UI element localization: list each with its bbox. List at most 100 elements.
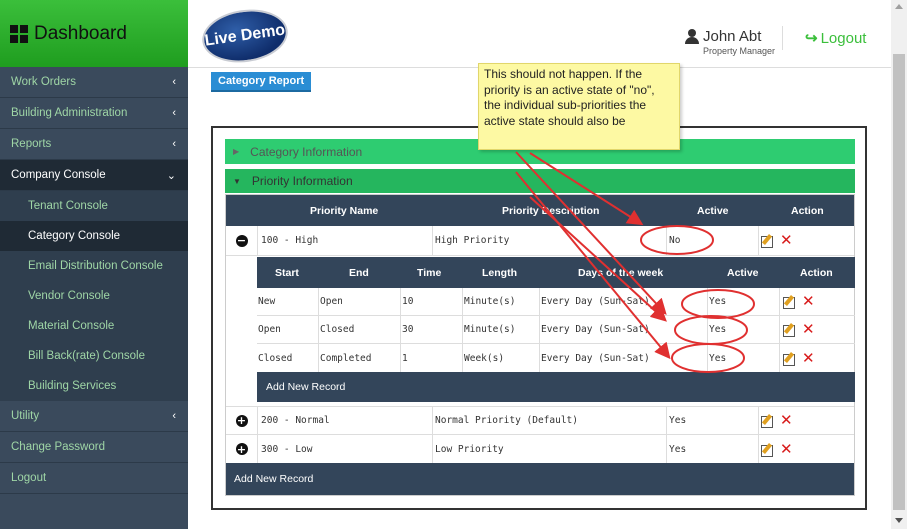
row-actions: ✕ xyxy=(779,288,815,315)
col-action: Action xyxy=(791,204,824,217)
scroll-up-arrow-icon[interactable] xyxy=(895,4,903,9)
page-scrollbar[interactable] xyxy=(891,0,907,529)
logout-button[interactable]: ↪ Logout xyxy=(805,29,867,48)
table-row: New Open 10 Minute(s) Every Day (Sun-Sat… xyxy=(257,288,855,316)
delete-icon[interactable]: ✕ xyxy=(780,441,793,457)
sign-out-icon: ↪ xyxy=(805,30,818,47)
delete-icon[interactable]: ✕ xyxy=(802,350,815,366)
delete-icon[interactable]: ✕ xyxy=(780,413,793,428)
priority-active: Yes xyxy=(666,407,758,434)
sub-add-new-record-button[interactable]: Add New Record xyxy=(257,372,855,402)
priority-table: Priority Name Priority Description Activ… xyxy=(225,194,855,496)
col-start[interactable]: Start xyxy=(275,257,299,288)
priority-name: 100 - High xyxy=(257,226,432,255)
sidebar-subitem-bill-back-console[interactable]: Bill Back(rate) Console xyxy=(0,341,188,371)
sidebar-subitem-tenant-console[interactable]: Tenant Console xyxy=(0,191,188,221)
sidebar-item-company-console[interactable]: Company Console ⌄ xyxy=(0,160,188,191)
chevron-down-icon: ⌄ xyxy=(166,169,176,182)
edit-icon[interactable] xyxy=(761,414,774,428)
col-length[interactable]: Length xyxy=(482,257,517,288)
priority-active: No xyxy=(666,226,758,255)
sidebar-item-label: Utility xyxy=(11,410,40,422)
add-new-record-label: Add New Record xyxy=(234,473,314,485)
header-divider xyxy=(782,26,783,50)
annotation-note: This should not happen. If the priority … xyxy=(478,63,680,150)
col-action: Action xyxy=(800,266,833,279)
sub-priority-header: Start End Time Length Days of the week A… xyxy=(257,257,855,288)
table-row: Closed Completed 1 Week(s) Every Day (Su… xyxy=(257,344,855,372)
caret-right-icon: ▶ xyxy=(233,147,240,156)
accordion-title: Priority Information xyxy=(251,174,353,188)
logo-text: Live Demo xyxy=(203,21,287,50)
sidebar-subitem-category-console[interactable]: Category Console xyxy=(0,221,188,251)
sub-time: 10 xyxy=(400,288,462,315)
sidebar-item-change-password[interactable]: Change Password xyxy=(0,432,188,463)
col-days-of-week[interactable]: Days of the week xyxy=(578,257,663,288)
row-actions: ✕ xyxy=(758,407,793,434)
table-row: + 200 - Normal Normal Priority (Default)… xyxy=(226,406,854,435)
sub-length: Minute(s) xyxy=(462,316,539,343)
brand-bar[interactable]: Dashboard xyxy=(0,0,188,67)
priority-description: High Priority xyxy=(432,226,666,255)
expand-toggle[interactable]: + xyxy=(226,407,257,434)
logout-label: Logout xyxy=(820,29,867,47)
sidebar-subitem-email-distribution-console[interactable]: Email Distribution Console xyxy=(0,251,188,281)
delete-icon[interactable]: ✕ xyxy=(780,233,793,248)
row-actions: ✕ xyxy=(779,344,815,372)
sub-length: Week(s) xyxy=(462,344,539,372)
collapse-toggle[interactable]: − xyxy=(226,226,257,255)
user-name: John Abt xyxy=(703,28,762,45)
sidebar-item-building-administration[interactable]: Building Administration ‹ xyxy=(0,98,188,129)
sidebar-item-reports[interactable]: Reports ‹ xyxy=(0,129,188,160)
sidebar-item-utility[interactable]: Utility ‹ xyxy=(0,401,188,432)
table-row: − 100 - High High Priority No ✕ xyxy=(226,226,854,256)
edit-icon[interactable] xyxy=(783,352,796,366)
user-info[interactable]: John Abt Property Manager xyxy=(685,28,775,56)
row-actions: ✕ xyxy=(779,316,815,343)
sidebar-subitem-building-services[interactable]: Building Services xyxy=(0,371,188,401)
edit-icon[interactable] xyxy=(783,295,796,309)
sub-days: Every Day (Sun-Sat) xyxy=(539,288,707,315)
minus-circle-icon[interactable]: − xyxy=(235,234,248,247)
sidebar-item-logout[interactable]: Logout xyxy=(0,463,188,494)
sidebar-item-label: Company Console xyxy=(11,169,106,181)
sub-time: 1 xyxy=(400,344,462,372)
scrollbar-thumb[interactable] xyxy=(893,54,905,510)
main-panel: ▶ Category Information ▼ Priority Inform… xyxy=(211,126,867,510)
col-end[interactable]: End xyxy=(349,257,369,288)
sub-days: Every Day (Sun-Sat) xyxy=(539,316,707,343)
user-role: Property Manager xyxy=(703,46,776,56)
edit-icon[interactable] xyxy=(761,234,774,248)
col-active[interactable]: Active xyxy=(727,257,759,288)
scroll-down-arrow-icon[interactable] xyxy=(895,518,903,523)
priority-description: Low Priority xyxy=(432,435,666,463)
col-priority-description[interactable]: Priority Description xyxy=(502,195,599,226)
col-active[interactable]: Active xyxy=(697,195,729,226)
sidebar-item-work-orders[interactable]: Work Orders ‹ xyxy=(0,67,188,98)
col-priority-name[interactable]: Priority Name xyxy=(310,195,378,226)
chevron-left-icon: ‹ xyxy=(172,410,176,422)
priority-table-header: Priority Name Priority Description Activ… xyxy=(226,195,854,226)
category-report-button[interactable]: Category Report xyxy=(211,72,312,92)
accordion-priority-information[interactable]: ▼ Priority Information xyxy=(225,168,855,193)
sidebar-item-label: Building Administration xyxy=(11,107,128,119)
accordion-title: Category Information xyxy=(250,144,363,159)
sub-end: Open xyxy=(318,288,400,315)
sidebar-subitem-vendor-console[interactable]: Vendor Console xyxy=(0,281,188,311)
live-demo-logo[interactable]: Live Demo xyxy=(198,4,292,68)
col-time[interactable]: Time xyxy=(417,257,441,288)
plus-circle-icon[interactable]: + xyxy=(235,443,248,455)
edit-icon[interactable] xyxy=(783,323,796,337)
table-row: + 300 - Low Low Priority Yes ✕ xyxy=(226,435,854,463)
delete-icon[interactable]: ✕ xyxy=(802,294,815,309)
add-new-record-label: Add New Record xyxy=(266,381,346,393)
expand-toggle[interactable]: + xyxy=(226,435,257,463)
chevron-left-icon: ‹ xyxy=(172,107,176,119)
sidebar-subitem-material-console[interactable]: Material Console xyxy=(0,311,188,341)
add-new-record-button[interactable]: Add New Record xyxy=(226,463,854,495)
row-actions: ✕ xyxy=(758,226,793,255)
delete-icon[interactable]: ✕ xyxy=(802,322,815,337)
plus-circle-icon[interactable]: + xyxy=(235,414,248,427)
edit-icon[interactable] xyxy=(761,443,774,457)
sidebar-item-label: Reports xyxy=(11,138,52,150)
